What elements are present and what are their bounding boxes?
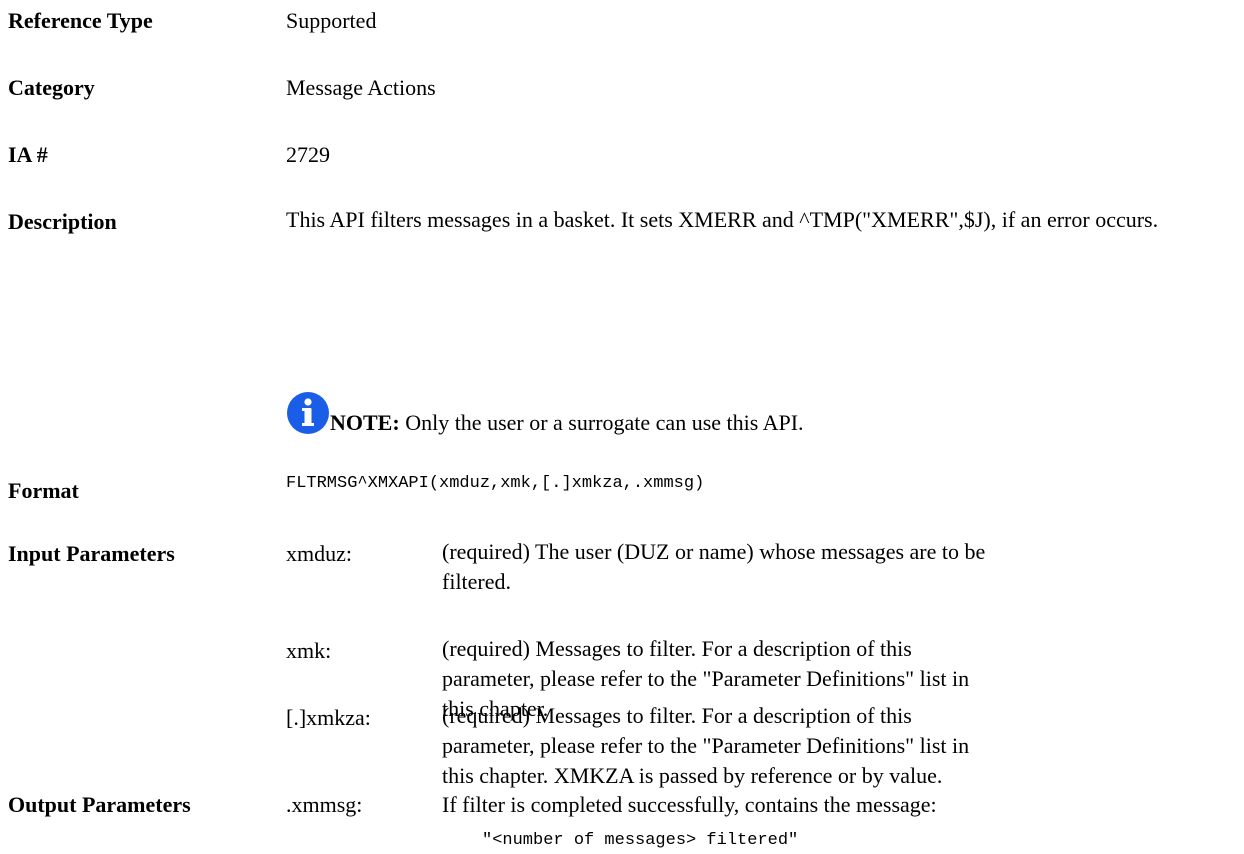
param-name-xmmsg: .xmmsg:: [286, 792, 363, 817]
param-name-xmkza: [.]xmkza:: [286, 705, 371, 730]
note-prefix: NOTE:: [330, 410, 400, 435]
param-desc-xmmsg: If filter is completed successfully, con…: [442, 792, 937, 817]
param-name-xmduz: xmduz:: [286, 541, 352, 566]
format-label: Format: [8, 478, 79, 503]
input-parameters-label: Input Parameters: [8, 541, 175, 566]
reference-type-label: Reference Type: [8, 8, 153, 33]
param-name-xmk: xmk:: [286, 638, 332, 663]
param-desc-xmduz: (required) The user (DUZ or name) whose …: [442, 539, 986, 594]
param-desc-xmkza: (required) Messages to filter. For a des…: [442, 703, 970, 788]
format-signature: FLTRMSG^XMXAPI(xmduz,xmk,[.]xmkza,.xmmsg…: [286, 474, 705, 493]
category-value: Message Actions: [286, 75, 436, 100]
param-code-xmmsg: "<number of messages> filtered": [482, 831, 799, 850]
note: NOTE: Only the user or a surrogate can u…: [330, 410, 804, 436]
output-parameters-label: Output Parameters: [8, 792, 191, 817]
description-text: This API filters messages in a basket. I…: [286, 207, 1159, 232]
description-label: Description: [8, 209, 117, 234]
reference-type-value: Supported: [286, 8, 377, 33]
info-icon: [287, 392, 329, 434]
category-label: Category: [8, 75, 95, 100]
note-text: Only the user or a surrogate can use thi…: [399, 410, 804, 435]
ia-label: IA #: [8, 142, 48, 167]
ia-value: 2729: [286, 142, 330, 167]
